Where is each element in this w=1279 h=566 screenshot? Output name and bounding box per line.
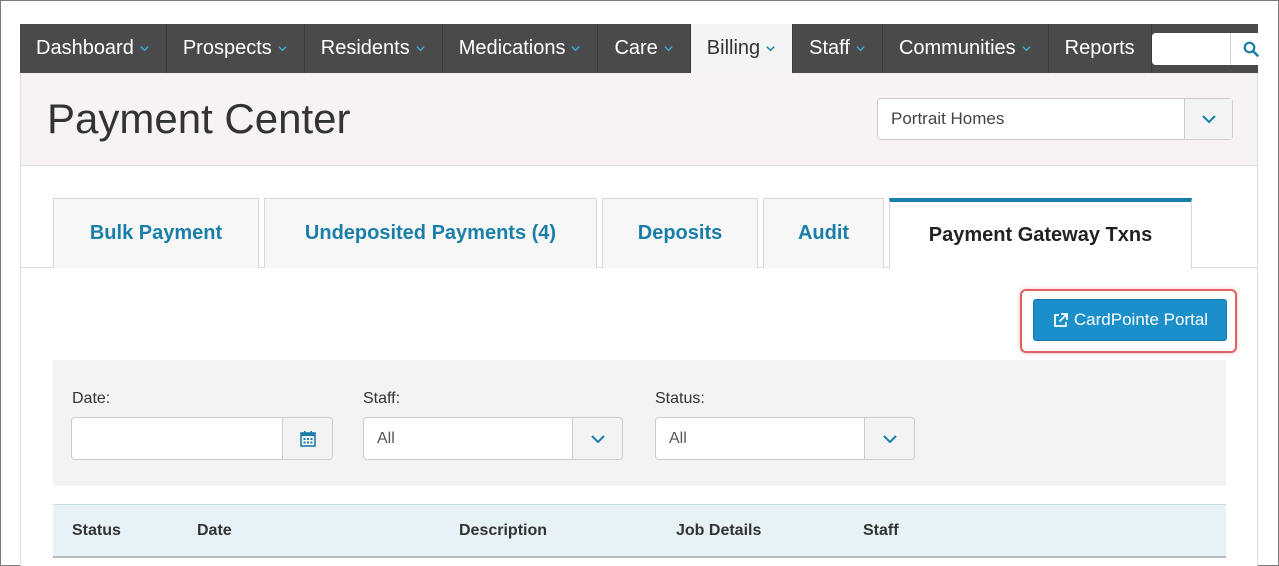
search-button[interactable] <box>1229 32 1271 65</box>
status-label: Status: <box>655 390 705 407</box>
nav-label: Reports <box>1064 37 1135 59</box>
status-select-value: All <box>669 429 687 447</box>
chevron-down-icon <box>571 46 581 52</box>
tab-bar: Bulk Payment Undeposited Payments (4) De… <box>21 198 1257 269</box>
date-input[interactable] <box>72 418 282 459</box>
tab-audit[interactable]: Audit <box>763 198 884 268</box>
search-icon <box>1243 41 1259 57</box>
community-select[interactable]: Portrait Homes <box>877 98 1233 140</box>
tab-label: Bulk Payment <box>89 222 223 244</box>
cardpointe-portal-label: CardPointe Portal <box>1073 310 1209 329</box>
chevron-down-icon <box>278 46 287 52</box>
chevron-down-icon <box>856 46 865 52</box>
filter-panel: Date: Staff: All Status: All <box>53 360 1226 486</box>
page-title: Payment Center <box>47 95 351 142</box>
nav-reports[interactable]: Reports <box>1049 24 1152 73</box>
tab-label: Payment Gateway Txns <box>928 224 1153 246</box>
top-nav: Dashboard Prospects Residents Medication… <box>20 24 1271 73</box>
nav-communities[interactable]: Communities <box>883 24 1049 73</box>
nav-label: Billing <box>706 37 761 59</box>
tab-deposits[interactable]: Deposits <box>602 198 758 268</box>
community-select-toggle[interactable] <box>1184 99 1232 139</box>
chevron-down-icon <box>1201 115 1216 124</box>
staff-select-toggle[interactable] <box>572 418 622 459</box>
column-header-description[interactable]: Description <box>459 522 547 540</box>
tab-label: Audit <box>797 222 850 244</box>
table-header: Status Date Description Job Details Staf… <box>53 504 1226 558</box>
date-field <box>71 417 333 460</box>
cardpointe-portal-button[interactable]: CardPointe Portal <box>1033 299 1227 341</box>
column-header-date[interactable]: Date <box>197 522 232 540</box>
nav-label: Prospects <box>182 37 272 59</box>
nav-label: Communities <box>898 37 1016 59</box>
nav-label: Medications <box>458 37 566 59</box>
date-picker-button[interactable] <box>282 418 332 459</box>
column-header-status[interactable]: Status <box>72 522 121 540</box>
external-link-icon <box>1052 312 1069 329</box>
tab-bulk-payment[interactable]: Bulk Payment <box>53 198 259 268</box>
search-box <box>1151 32 1271 65</box>
nav-care[interactable]: Care <box>598 24 691 73</box>
nav-medications[interactable]: Medications <box>443 24 599 73</box>
nav-billing[interactable]: Billing <box>690 24 794 73</box>
nav-search <box>1151 24 1271 73</box>
nav-label: Residents <box>320 37 410 59</box>
community-select-value: Portrait Homes <box>891 109 1005 128</box>
chevron-down-icon <box>1021 46 1031 52</box>
nav-prospects[interactable]: Prospects <box>167 24 305 73</box>
status-select-toggle[interactable] <box>864 418 914 459</box>
chevron-down-icon <box>882 434 897 443</box>
nav-staff[interactable]: Staff <box>793 24 883 73</box>
calendar-icon <box>299 430 316 447</box>
staff-select[interactable]: All <box>363 417 623 460</box>
date-label: Date: <box>72 390 111 407</box>
column-header-job-details[interactable]: Job Details <box>676 522 761 540</box>
search-input[interactable] <box>1151 32 1230 65</box>
status-select[interactable]: All <box>655 417 915 460</box>
tab-undeposited-payments[interactable]: Undeposited Payments (4) <box>264 198 597 268</box>
nav-label: Care <box>614 37 658 59</box>
chevron-down-icon <box>766 46 775 52</box>
chevron-down-icon <box>590 434 605 443</box>
main-content: Bulk Payment Undeposited Payments (4) De… <box>20 166 1258 566</box>
chevron-down-icon <box>140 46 149 52</box>
tab-payment-gateway-txns[interactable]: Payment Gateway Txns <box>889 198 1192 269</box>
nav-label: Dashboard <box>36 37 134 59</box>
nav-dashboard[interactable]: Dashboard <box>20 24 167 73</box>
nav-label: Staff <box>809 37 850 59</box>
staff-label: Staff: <box>363 390 401 407</box>
staff-select-value: All <box>377 429 395 447</box>
tab-label: Deposits <box>637 222 723 244</box>
tab-label: Undeposited Payments (4) <box>304 222 557 244</box>
column-header-staff[interactable]: Staff <box>863 522 899 540</box>
nav-residents[interactable]: Residents <box>305 24 443 73</box>
chevron-down-icon <box>664 46 673 52</box>
page-header: Payment Center Portrait Homes <box>20 73 1258 166</box>
chevron-down-icon <box>416 46 425 52</box>
